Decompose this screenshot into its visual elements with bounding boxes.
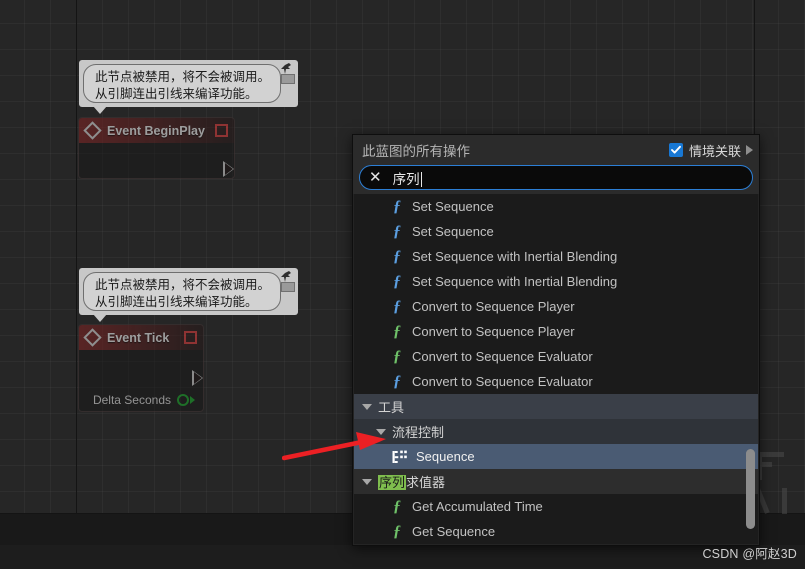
search-match-highlight: 序列 (378, 475, 407, 490)
category-row-tools[interactable]: 工具 (354, 394, 758, 419)
decorative-shape (762, 452, 784, 457)
list-item-label: Convert to Sequence Player (412, 324, 575, 339)
sequence-node-icon (392, 450, 408, 464)
chevron-right-icon[interactable] (746, 145, 753, 155)
comment-line-1: 此节点被禁用，将不会被调用。 (95, 70, 271, 84)
comment-side-panel (281, 268, 298, 315)
function-icon: ƒ (393, 197, 401, 215)
triangle-down-icon[interactable] (362, 478, 372, 485)
decorative-shape (782, 488, 787, 514)
function-icon: ƒ (393, 522, 401, 540)
list-item-label: Sequence (416, 449, 475, 464)
exec-output-pin[interactable] (223, 161, 234, 177)
function-icon: ƒ (393, 222, 401, 240)
list-item[interactable]: ƒ Set Sequence (354, 194, 758, 219)
list-item[interactable]: ƒ Get Accumulated Time (354, 494, 758, 519)
delete-square-icon[interactable] (184, 331, 197, 344)
category-row-sequence-evaluator[interactable]: 序列求值器 (354, 469, 758, 494)
action-results-list[interactable]: ƒ Set Sequence ƒ Set Sequence ƒ Set Sequ… (354, 194, 758, 544)
category-label: 流程控制 (392, 425, 445, 440)
clear-x-icon[interactable]: ✕ (369, 170, 382, 185)
node-body (79, 143, 234, 178)
node-header[interactable]: Event BeginPlay (79, 118, 234, 143)
event-diamond-icon (83, 328, 102, 347)
list-item-label: Convert to Sequence Evaluator (412, 349, 593, 364)
grid-major-line-vertical (76, 0, 77, 569)
list-item-label: Set Sequence (412, 199, 494, 214)
category-label: 序列求值器 (378, 472, 445, 491)
node-title: Event BeginPlay (107, 123, 205, 138)
blueprint-action-menu[interactable]: 此蓝图的所有操作 情境关联 ✕ 序列 ƒ Set Sequence ƒ Set … (352, 134, 760, 546)
list-item[interactable]: ƒ Set Sequence with Inertial Blending (354, 244, 758, 269)
category-label: 工具 (378, 400, 405, 415)
search-value: 序列 (393, 168, 422, 188)
list-item[interactable]: ƒ Convert to Sequence Player (354, 294, 758, 319)
list-item-sequence-selected[interactable]: Sequence (354, 444, 758, 469)
search-input[interactable]: ✕ 序列 (359, 165, 753, 190)
comment-line-2: 从引脚连出引线来编译功能。 (95, 295, 258, 309)
data-pin-circle-icon[interactable] (177, 394, 189, 406)
triangle-down-icon[interactable] (376, 428, 386, 435)
context-sensitive-label[interactable]: 情境关联 (689, 141, 741, 160)
node-title: Event Tick (107, 330, 170, 345)
function-icon: ƒ (393, 247, 401, 265)
triangle-down-icon[interactable] (362, 403, 372, 410)
event-diamond-icon (83, 121, 102, 140)
function-icon: ƒ (393, 322, 401, 340)
list-item[interactable]: ƒ Convert to Sequence Evaluator (354, 369, 758, 394)
list-item-label: Set Sequence with Inertial Blending (412, 249, 618, 264)
watermark-text: CSDN @阿赵3D (702, 547, 797, 561)
node-body: Delta Seconds (79, 350, 203, 411)
pin-icon[interactable] (281, 63, 294, 74)
text-caret (420, 171, 422, 187)
canvas-bottom-band-2 (0, 545, 805, 569)
node-comment-bubble[interactable]: 此节点被禁用，将不会被调用。 从引脚连出引线来编译功能。 (79, 268, 298, 322)
function-icon: ƒ (393, 297, 401, 315)
delete-square-icon[interactable] (215, 124, 228, 137)
node-comment-bubble[interactable]: 此节点被禁用，将不会被调用。 从引脚连出引线来编译功能。 (79, 60, 298, 114)
list-item-label: Set Sequence with Inertial Blending (412, 274, 618, 289)
node-output-pin-row[interactable]: Delta Seconds (93, 389, 203, 411)
category-label-rest: 求值器 (406, 475, 446, 490)
comment-tail (93, 106, 107, 114)
pin-icon[interactable] (281, 271, 294, 282)
menu-title: 此蓝图的所有操作 (362, 144, 470, 159)
exec-output-pin[interactable] (192, 370, 203, 386)
function-icon: ƒ (393, 497, 401, 515)
list-item-label: Set Sequence (412, 224, 494, 239)
comment-line-2: 从引脚连出引线来编译功能。 (95, 87, 258, 101)
comment-text: 此节点被禁用，将不会被调用。 从引脚连出引线来编译功能。 (83, 64, 282, 103)
search-container: ✕ 序列 (353, 165, 759, 194)
function-icon: ƒ (393, 272, 401, 290)
comment-side-panel (281, 60, 298, 107)
blueprint-node-event-beginplay[interactable]: Event BeginPlay (78, 117, 235, 179)
function-icon: ƒ (393, 347, 401, 365)
comment-thumbnail-icon (281, 74, 295, 84)
list-item-label: Convert to Sequence Player (412, 299, 575, 314)
list-item[interactable]: ƒ Set Sequence (354, 219, 758, 244)
category-row-flow-control[interactable]: 流程控制 (354, 419, 758, 444)
comment-tail (93, 314, 107, 322)
list-item[interactable]: ƒ Convert to Sequence Evaluator (354, 344, 758, 369)
blueprint-node-event-tick[interactable]: Event Tick Delta Seconds (78, 324, 204, 412)
comment-text: 此节点被禁用，将不会被调用。 从引脚连出引线来编译功能。 (83, 272, 282, 311)
data-pin-arrow-icon (190, 396, 195, 404)
list-item-label: Get Sequence (412, 524, 496, 539)
comment-thumbnail-icon (281, 282, 295, 292)
search-text-value: 序列 (392, 171, 420, 187)
list-item[interactable]: ƒ Get Sequence (354, 519, 758, 544)
list-item-label: Get Accumulated Time (412, 499, 543, 514)
function-icon: ƒ (393, 372, 401, 390)
comment-line-1: 此节点被禁用，将不会被调用。 (95, 278, 271, 292)
context-sensitive-checkbox[interactable] (668, 143, 683, 157)
menu-header: 此蓝图的所有操作 情境关联 (353, 135, 759, 165)
list-item[interactable]: ƒ Convert to Sequence Player (354, 319, 758, 344)
node-header[interactable]: Event Tick (79, 325, 203, 350)
pin-label: Delta Seconds (92, 393, 171, 407)
list-item-label: Convert to Sequence Evaluator (412, 374, 593, 389)
vertical-scrollbar[interactable] (746, 449, 755, 529)
list-item[interactable]: ƒ Set Sequence with Inertial Blending (354, 269, 758, 294)
decorative-shape (762, 462, 772, 467)
screenshot-root: 此节点被禁用，将不会被调用。 从引脚连出引线来编译功能。 Event Begin… (0, 0, 805, 569)
